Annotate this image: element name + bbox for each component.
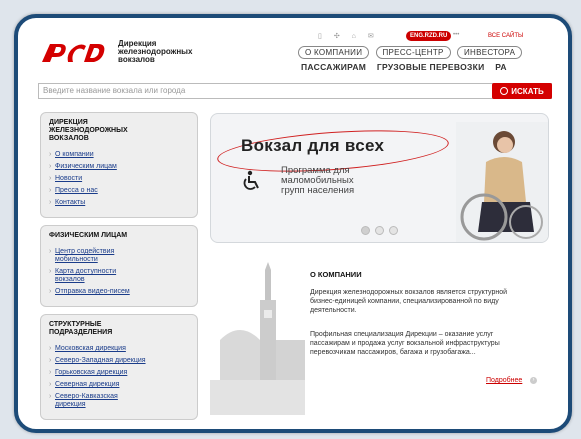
browser-frame: Дирекция железнодорожных вокзалов ▯ ✣ ⌂ …	[14, 14, 572, 433]
read-more-link[interactable]: Подробнее	[486, 377, 522, 384]
banner-subtitle: Программа для маломобильных групп населе…	[281, 166, 354, 196]
sidebar-link-press[interactable]: Пресса о нас	[49, 187, 189, 195]
nav-press-center[interactable]: ПРЕСС-ЦЕНТР	[375, 46, 451, 59]
sidebar-link-about[interactable]: О компании	[49, 151, 189, 159]
sidebar-box-divisions: СТРУКТУРНЫЕ ПОДРАЗДЕЛЕНИЯ Московская дир…	[40, 314, 198, 420]
mail-icon[interactable]: ✉	[368, 33, 374, 40]
all-sites-link[interactable]: ВСЕ САЙТЫ	[488, 33, 523, 39]
carousel-dots	[361, 226, 398, 235]
sidebar: ДИРЕКЦИЯ ЖЕЛЕЗНОДОРОЖНЫХ ВОКЗАЛОВ О комп…	[40, 112, 198, 427]
sidebar-link-north[interactable]: Северная дирекция	[49, 381, 189, 389]
mobile-icon[interactable]: ▯	[318, 33, 322, 40]
station-search-field[interactable]: Введите название вокзала или города ИСКА…	[38, 83, 552, 99]
about-title: О КОМПАНИИ	[310, 270, 362, 279]
search-icon	[500, 87, 509, 95]
search-input[interactable]: Введите название вокзала или города	[43, 86, 185, 95]
english-site-badge[interactable]: ENG.RZD.RU	[406, 31, 452, 41]
sidebar-link-contacts[interactable]: Контакты	[49, 199, 189, 207]
utility-icons: ▯ ✣ ⌂ ✉	[318, 32, 384, 40]
nav-about-company[interactable]: О КОМПАНИИ	[298, 46, 370, 59]
sidebar-link-moscow[interactable]: Московская дирекция	[49, 345, 189, 353]
station-building-illustration	[210, 260, 305, 415]
sidebar-heading: СТРУКТУРНЫЕ ПОДРАЗДЕЛЕНИЯ	[49, 321, 189, 337]
about-paragraph: Профильная специализация Дирекции – оказ…	[310, 331, 500, 356]
home-icon[interactable]: ⌂	[352, 33, 356, 40]
sidebar-heading: ФИЗИЧЕСКИМ ЛИЦАМ	[49, 232, 128, 239]
banner-title: Вокзал для всех	[241, 136, 385, 155]
promo-banner[interactable]: Вокзал для всех Программа для маломобиль…	[210, 113, 549, 243]
sidebar-link-mobility-center[interactable]: Центр содействия мобильности	[49, 248, 189, 264]
sidebar-box-directorate: ДИРЕКЦИЯ ЖЕЛЕЗНОДОРОЖНЫХ ВОКЗАЛОВ О комп…	[40, 112, 198, 218]
arrow-right-icon[interactable]: ›	[530, 377, 537, 384]
sidebar-heading: ДИРЕКЦИЯ ЖЕЛЕЗНОДОРОЖНЫХ ВОКЗАЛОВ	[49, 119, 189, 143]
heading-line: ВОКЗАЛОВ	[49, 135, 89, 142]
heading-line: ПОДРАЗДЕЛЕНИЯ	[49, 329, 113, 336]
link-line: Центр содействия	[55, 248, 115, 255]
nav-freight[interactable]: ГРУЗОВЫЕ ПЕРЕВОЗКИ	[377, 62, 485, 72]
link-line: Отправка видео-писем	[55, 288, 130, 295]
logo-text: Дирекция железнодорожных вокзалов	[118, 40, 192, 64]
link-line: дирекция	[55, 401, 86, 408]
link-line: вокзалов	[55, 276, 85, 283]
search-button[interactable]: ИСКАТЬ	[492, 83, 552, 99]
sidebar-link-individuals[interactable]: Физическим лицам	[49, 163, 189, 171]
logo-line: вокзалов	[118, 55, 155, 64]
nav-truncated[interactable]: РА	[495, 62, 507, 72]
sidebar-link-video-letters[interactable]: Отправка видео-писем	[49, 288, 189, 296]
subtitle-line: групп населения	[281, 185, 355, 196]
sidebar-link-accessibility-map[interactable]: Карта доступности вокзалов	[49, 268, 189, 284]
link-line: мобильности	[55, 256, 98, 263]
nav-investors[interactable]: ИНВЕСТОРА	[456, 46, 523, 59]
sidebar-box-individuals: ФИЗИЧЕСКИМ ЛИЦАМ Центр содействия мобиль…	[40, 225, 198, 307]
heading-line: СТРУКТУРНЫЕ	[49, 321, 102, 328]
top-navigation: О КОМПАНИИ ПРЕСС-ЦЕНТР ИНВЕСТОРА	[298, 46, 526, 59]
main-navigation: ПАССАЖИРАМ ГРУЗОВЫЕ ПЕРЕВОЗКИ РА	[301, 62, 515, 72]
heading-line: ДИРЕКЦИЯ	[49, 119, 88, 126]
wheelchair-icon	[243, 170, 259, 190]
sidebar-link-news[interactable]: Новости	[49, 175, 189, 183]
rzd-logo[interactable]	[40, 38, 110, 68]
heading-line: ЖЕЛЕЗНОДОРОЖНЫХ	[49, 127, 128, 134]
search-button-label: ИСКАТЬ	[511, 86, 544, 96]
link-line: Северо-Кавказская	[55, 393, 118, 400]
sidebar-link-northwest[interactable]: Северо-Западная дирекция	[49, 357, 189, 365]
sidebar-link-north-caucasus[interactable]: Северо-Кавказская дирекция	[49, 393, 189, 409]
separator-dots: •••	[453, 32, 460, 38]
carousel-dot[interactable]	[375, 226, 384, 235]
about-paragraph: Дирекция железнодорожных вокзалов являет…	[310, 289, 508, 314]
woman-in-wheelchair-image	[456, 122, 548, 242]
sitemap-icon[interactable]: ✣	[334, 33, 340, 40]
about-section: О КОМПАНИИ Дирекция железнодорожных вокз…	[210, 250, 547, 420]
sidebar-link-gorky[interactable]: Горьковская дирекция	[49, 369, 189, 377]
nav-passengers[interactable]: ПАССАЖИРАМ	[301, 62, 366, 72]
link-line: Карта доступности	[55, 268, 117, 275]
site-header: Дирекция железнодорожных вокзалов ▯ ✣ ⌂ …	[18, 18, 568, 78]
carousel-dot[interactable]	[389, 226, 398, 235]
carousel-dot[interactable]	[361, 226, 370, 235]
